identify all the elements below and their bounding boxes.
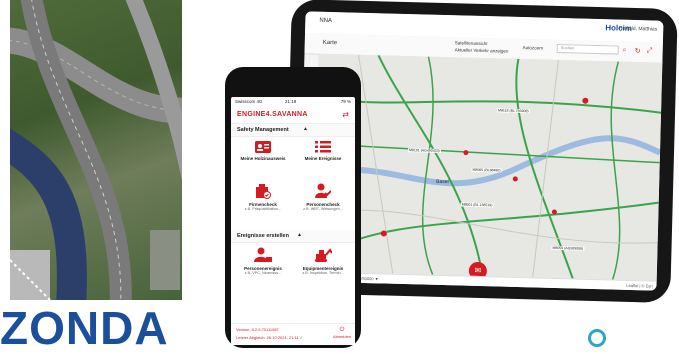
power-icon: ⏻ [339,327,345,333]
section-ereignisse-erstellen[interactable]: Ereignisse erstellen ▲ [231,230,355,243]
logout-label: Abmelden [332,334,351,339]
chevron-up-icon: ▲ [297,232,302,238]
person-event-icon [254,247,272,262]
switch-icon[interactable]: ⇄ [342,110,349,119]
carrier: Swisscom 4G [235,99,263,104]
map-label[interactable]: M8001 (BL 138519) [460,202,494,208]
phone-footer: Version: 6.2.9.70111987 Letzter Abgleich… [231,323,355,345]
tile-holzinausweis[interactable]: Meine Holzinausweis [235,141,291,185]
brand-wordmark: ZONDA [0,302,169,354]
map-attribution: Leaflet | © Esri [626,282,653,289]
tile-subtitle: z.B. VPC, Nearmiss... [244,271,282,275]
traffic-toggle[interactable]: Aktueller Verkehr anzeigen [455,47,509,53]
app-version: Version: 6.2.9.70111987 [236,327,279,332]
chat-icon: ✉ [474,265,482,276]
city-label: Basel [436,178,449,186]
list-icon [315,141,331,153]
tile-subtitle: z.B. Inspektion, Termin... [302,271,344,275]
tile-meine-ereignisse[interactable]: Meine Ereignisse [295,141,351,185]
chevron-up-icon: ▲ [303,126,308,132]
satellite-toggle[interactable]: Satellitenansicht [455,40,488,46]
map-label[interactable]: M8005 (BL98490) [471,167,502,173]
phone-device: Swisscom 4G 21:19 79 % ENGINE4.SAVANNA ⇄… [225,67,361,348]
tile-personencheck[interactable]: Personencheck z.B. WBT, Weisungen... [295,183,351,227]
last-sync: Letzter Abgleich: 26.10.2021, 21:11 ✓ [236,335,304,340]
tile-subtitle: z.B. Präqualifikation... [244,207,282,211]
tile-personenereignis[interactable]: Personenereignis z.B. VPC, Nearmiss... [235,247,291,291]
person-check-icon [315,183,331,198]
clock: 21:19 [285,99,297,104]
map-search-input[interactable]: Suchen [556,43,619,55]
tile-firmencheck[interactable]: Firmencheck z.B. Präqualifikation... [235,183,291,227]
tile-equipmentereignis[interactable]: Equipmentereignis z.B. Inspektion, Termi… [295,247,351,291]
user-name[interactable]: Howald, Matthias [619,26,658,33]
app-title: ENGINE4.SAVANNA [237,111,308,118]
refresh-icon[interactable]: ↻ [635,47,641,55]
excavator-icon [315,248,332,262]
section-title: Ereignisse erstellen [237,233,289,239]
status-bar: Swisscom 4G 21:19 79 % [231,97,355,107]
aerial-highway-photo [10,0,182,300]
autozoom-toggle[interactable]: Autozoom [523,45,543,51]
map-view[interactable]: M8118 (BL 783208) M8101 (AG490433) M8005… [312,53,663,283]
logout-button[interactable]: ⏻ Abmelden [331,327,353,339]
tile-subtitle: z.B. WBT, Weisungen... [303,207,343,211]
company-check-icon [256,184,271,199]
tile-title: Meine Holzinausweis [240,156,286,161]
map-title: Karte [322,39,338,47]
fullscreen-icon[interactable]: ⤢ [647,47,653,55]
app-header: ENGINE4.SAVANNA ⇄ [231,107,355,124]
phone-screen: Swisscom 4G 21:19 79 % ENGINE4.SAVANNA ⇄… [231,97,355,345]
map-label[interactable]: M8118 (BL 783208) [497,108,530,114]
ring-logo-icon [588,329,606,347]
search-icon[interactable]: ⌕ [623,47,627,55]
map-label[interactable]: M8101 (AG490433) [407,148,441,153]
battery: 79 % [340,99,351,104]
map-label[interactable]: M8059 (AG509006) [551,245,585,251]
section-safety-management[interactable]: Safety Management ▲ [231,124,355,137]
id-card-icon [255,141,271,153]
tile-title: Meine Ereignisse [304,156,342,161]
tablet-app-name: NNA [319,17,333,25]
section-title: Safety Management [237,127,289,133]
